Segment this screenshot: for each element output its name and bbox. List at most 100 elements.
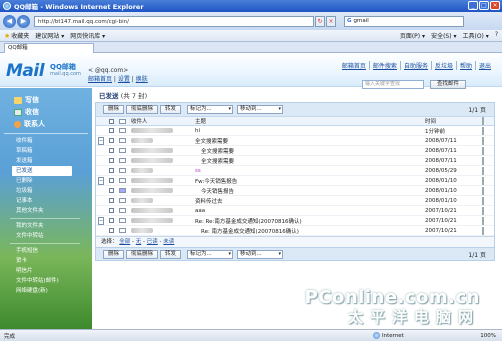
mark-as-select[interactable]: 标记为... [187,249,234,259]
header-time[interactable]: 时间 [425,117,475,125]
delete-button[interactable]: 删除 [103,249,125,259]
close-icon[interactable]: × [490,1,500,10]
stop-icon[interactable]: × [326,15,336,27]
user-link-home[interactable]: 邮箱首页 [88,76,112,83]
forward-button[interactable]: 转发 [160,249,182,259]
folder-postcards[interactable]: 明信片 [16,266,92,276]
delete-button[interactable]: 删除 [103,105,125,114]
row-checkbox[interactable] [108,148,114,153]
top-link-home[interactable]: 邮箱首页 [339,61,370,70]
folder-cards[interactable]: 贺卡 [16,256,92,266]
user-link-settings[interactable]: 设置 [118,76,130,83]
folder-outbox[interactable]: 发送箱 [16,156,92,166]
table-row[interactable]: − Fw:今天销售报告 2008/01/10 [96,176,494,186]
row-checkbox[interactable] [108,128,114,133]
table-row[interactable]: 今天销售报告 2008/01/10 [96,186,494,196]
folder-file-transfer[interactable]: 文件中转站 [16,231,92,241]
select-unread-link[interactable]: 未读 [163,239,174,245]
refresh-icon[interactable]: ↻ [315,15,325,27]
table-row[interactable]: − 全文搜索需要 2008/07/11 [96,136,494,146]
suggested-sites-button[interactable]: 建议网站 ▾ [35,31,64,40]
page-menu[interactable]: 页面(P) ▾ [400,31,425,40]
sidebar-item-receive[interactable]: 收信 [14,106,92,118]
move-to-select[interactable]: 移动到... [237,249,284,259]
row-subject[interactable]: ss [195,168,425,174]
row-checkbox[interactable] [108,188,114,193]
mail-search-button[interactable]: 查找邮件 [430,80,466,89]
table-row[interactable]: 资料传过去 2008/01/10 [96,196,494,206]
perm-delete-button[interactable]: 彻底删除 [126,105,159,114]
folder-sent[interactable]: 已发送 [12,166,72,176]
collapse-icon[interactable]: − [98,176,105,185]
select-all-link[interactable]: 全部 [119,239,130,245]
table-row[interactable]: ss 2008/05/29 [96,166,494,176]
row-subject[interactable]: 全文搜索需要 [195,147,425,155]
folder-inbox[interactable]: 收件箱 [16,136,92,146]
table-row[interactable]: − Re: Re:南方基金成交通知(20070816确认) 2007/10/21 [96,216,494,226]
top-link-logout[interactable]: 退出 [476,61,494,70]
browser-search-input[interactable]: G gmail [344,15,464,27]
forward-icon[interactable]: ▶ [17,14,30,28]
row-checkbox[interactable] [108,228,114,233]
row-checkbox[interactable] [108,168,114,173]
row-subject[interactable]: 全文搜索需要 [195,137,425,145]
header-recipient[interactable]: 收件人 [128,117,195,125]
move-to-select[interactable]: 移动到... [237,105,284,114]
collapse-icon[interactable]: − [98,136,105,145]
back-icon[interactable]: ◀ [3,14,16,28]
folder-netdisk[interactable]: 网络硬盘(新) [16,286,92,296]
row-checkbox[interactable] [108,218,114,223]
favorites-button[interactable]: ★ 收藏夹 [4,31,29,41]
maximize-icon[interactable]: □ [479,1,489,10]
user-link-skin[interactable]: 换肤 [136,76,148,83]
row-subject[interactable]: 资料传过去 [195,197,425,205]
forward-button[interactable]: 转发 [160,105,182,114]
table-row[interactable]: hi 1分钟前 [96,126,494,136]
folder-file-transfer-mail[interactable]: 文件中转站(邮件) [16,276,92,286]
row-subject[interactable]: Re: Re:南方基金成交通知(20070816确认) [195,217,425,225]
table-row[interactable]: 全文搜索需要 2008/07/11 [96,146,494,156]
web-slice-button[interactable]: 网页快讯库 ▾ [70,31,105,40]
folder-spam[interactable]: 垃圾箱 [16,186,92,196]
folder-notes[interactable]: 记事本 [16,196,92,206]
header-subject[interactable]: 主题 [195,117,425,125]
folder-other[interactable]: 其他文件夹 [16,206,92,216]
perm-delete-button[interactable]: 彻底删除 [126,249,159,259]
minimize-icon[interactable]: _ [468,1,478,10]
sidebar-item-contacts[interactable]: 联系人 [14,118,92,130]
select-none-link[interactable]: 无 [136,239,142,245]
row-checkbox[interactable] [108,138,114,143]
row-subject[interactable]: 全文搜索需要 [195,157,425,165]
mark-as-select[interactable]: 标记为... [187,105,234,114]
select-read-link[interactable]: 已读 [147,239,158,245]
tab-qq-mail[interactable]: QQ邮箱 [4,43,94,53]
sidebar-item-compose[interactable]: 写信 [14,94,92,106]
folder-deleted[interactable]: 已删除 [16,176,92,186]
row-subject[interactable]: Re: 南方基金成交通知(20070816确认) [195,227,425,235]
top-link-help[interactable]: 帮助 [457,61,476,70]
zoom-level[interactable]: 100% [480,333,496,339]
table-row[interactable]: 全文搜索需要 2008/07/11 [96,156,494,166]
help-menu[interactable]: ? [495,31,498,40]
row-checkbox[interactable] [108,208,114,213]
top-link-antispam[interactable]: 反垃圾 [432,61,457,70]
table-row[interactable]: aaa 2007/10/21 [96,206,494,216]
address-input[interactable]: http://bt147.mail.qq.com/cgi-bin/ [34,15,314,27]
qq-mail-logo[interactable]: Mail QQ邮箱 mail.qq.com [6,61,81,83]
tools-menu[interactable]: 工具(O) ▾ [462,31,488,40]
row-subject[interactable]: Fw:今天销售报告 [195,177,425,185]
folder-my-folders[interactable]: 我的文件夹 [16,221,92,231]
row-subject[interactable]: hi [195,128,425,134]
select-all-checkbox[interactable] [108,118,114,124]
row-checkbox[interactable] [108,198,114,203]
mail-search-input[interactable]: 输入关键字查找 [362,80,424,89]
folder-sms[interactable]: 手机短信 [16,246,92,256]
collapse-icon[interactable]: − [98,216,105,225]
table-row[interactable]: Re: 南方基金成交通知(20070816确认) 2007/10/21 [96,226,494,236]
folder-drafts[interactable]: 草稿箱 [16,146,92,156]
top-link-search[interactable]: 邮件搜索 [370,61,401,70]
top-link-self-service[interactable]: 自助服务 [401,61,432,70]
safety-menu[interactable]: 安全(S) ▾ [431,31,456,40]
row-checkbox[interactable] [108,158,114,163]
row-subject[interactable]: 今天销售报告 [195,187,425,195]
